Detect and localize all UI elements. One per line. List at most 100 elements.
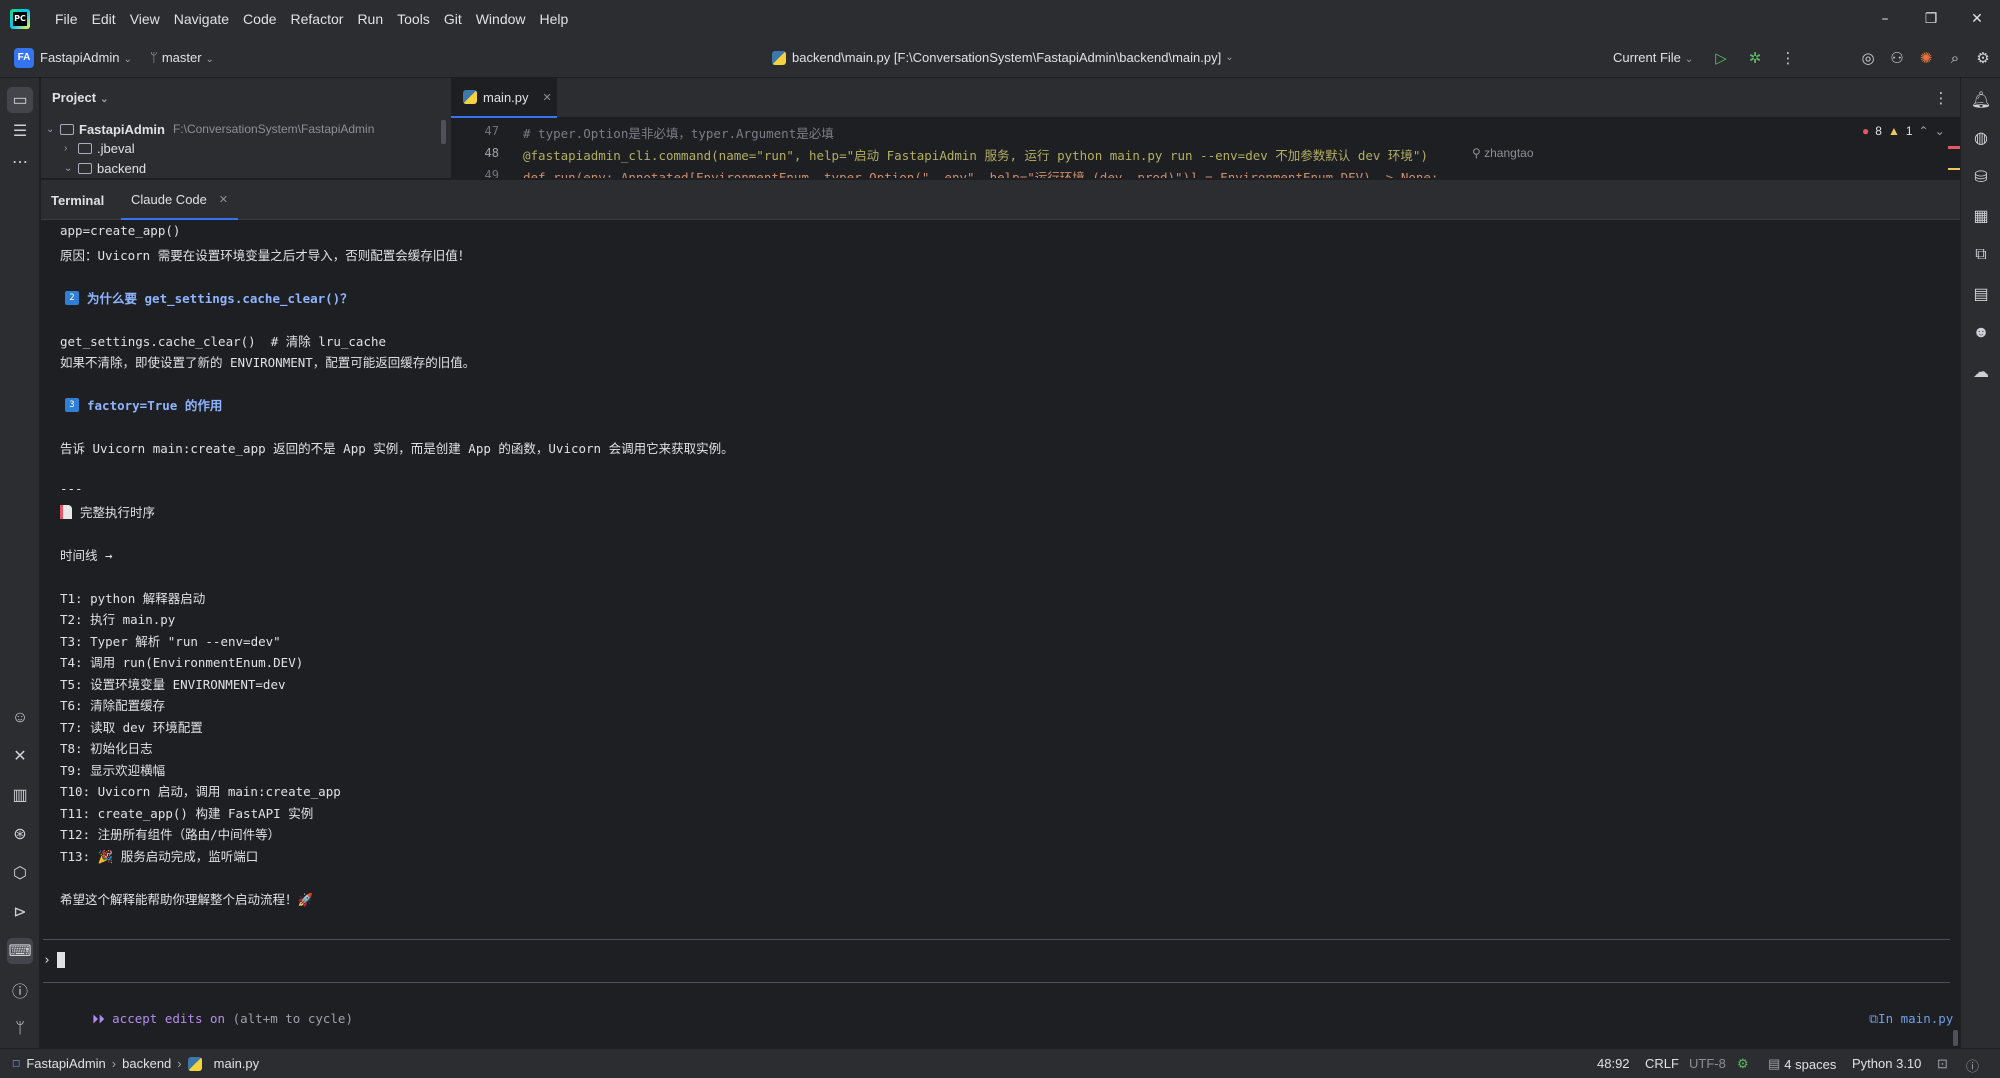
pycharm-logo-icon[interactable]: PC [10, 9, 30, 29]
menu-refactor[interactable]: Refactor [284, 0, 351, 38]
warning-stripe-marker[interactable] [1948, 168, 1960, 170]
cloud-icon[interactable]: ☁ [1968, 359, 1994, 385]
restore-icon[interactable]: ❐ [1908, 0, 1954, 38]
editor-options-icon[interactable]: ⋮ [1928, 85, 1954, 111]
tab-claude-code[interactable]: Claude Code ✕ [121, 181, 239, 220]
previous-highlight-icon[interactable]: ⌃ [1919, 124, 1929, 138]
settings-gear-icon[interactable]: ⚙ [1971, 45, 1995, 71]
project-badge[interactable]: FA [14, 48, 34, 68]
main-menu: File Edit View Navigate Code Refactor Ru… [48, 0, 575, 38]
code-editor[interactable]: 47 # typer.Option是非必填，typer.Argument是必填 … [451, 118, 1960, 178]
python-file-icon [187, 1056, 202, 1071]
file-encoding[interactable]: UTF-8 [1689, 1056, 1726, 1071]
breadcrumb-file[interactable]: main.py [214, 1056, 260, 1071]
project-switcher[interactable]: FastapiAdmin ⌄ [40, 48, 132, 70]
menu-tools[interactable]: Tools [390, 0, 437, 38]
terminal-line: 告诉 Uvicorn main:create_app 返回的不是 App 实例，… [60, 441, 734, 456]
folder-icon [60, 123, 74, 135]
terminal-scrollbar[interactable] [1953, 1030, 1958, 1046]
breadcrumb-project[interactable]: FastapiAdmin [26, 1056, 105, 1071]
caret-position[interactable]: 48:92 [1597, 1056, 1630, 1071]
error-stripe-marker[interactable] [1948, 146, 1960, 149]
timeline-step: T7: 读取 dev 环境配置 [60, 720, 203, 735]
code-line[interactable]: # typer.Option是非必填，typer.Argument是必填 [523, 123, 834, 142]
git-icon[interactable]: ᛘ [7, 1016, 33, 1042]
add-user-icon[interactable]: ⚇ [1884, 45, 1910, 71]
build-tools-icon[interactable]: ✕ [7, 743, 33, 769]
menu-window[interactable]: Window [469, 0, 533, 38]
warning-icon: ▲ [1887, 124, 1900, 138]
document-icon [60, 504, 72, 519]
menu-navigate[interactable]: Navigate [167, 0, 236, 38]
close-tab-icon[interactable]: ✕ [219, 193, 228, 206]
more-actions-icon[interactable]: ⋮ [1775, 45, 1801, 71]
expand-arrow-icon: ⌄ [64, 162, 73, 174]
tree-item[interactable]: ⌄ backend [64, 158, 146, 178]
vcs-status-icon[interactable]: ⚙ [1737, 1056, 1749, 1072]
terminal-line: 希望这个解释能帮助你理解整个启动流程！🚀 [60, 892, 314, 907]
run-panel-icon[interactable]: ⊳ [7, 899, 33, 925]
menu-run[interactable]: Run [350, 0, 390, 38]
branch-switcher[interactable]: ᛘ master ⌄ [150, 48, 214, 70]
mode-arrows-icon: ⏵⏵ [92, 1011, 105, 1026]
python-interpreter[interactable]: Python 3.10 [1852, 1056, 1921, 1071]
project-panel-title[interactable]: Project ⌄ [52, 90, 108, 105]
plugin-icon[interactable]: ⧉ [1968, 242, 1994, 268]
ai-assistant-icon[interactable]: ◎ [1855, 45, 1881, 71]
readonly-lock-icon[interactable]: ⊡ [1937, 1056, 1948, 1072]
terminal-icon[interactable]: ⌨ [7, 938, 33, 964]
next-highlight-icon[interactable]: ⌄ [1935, 124, 1945, 138]
breadcrumb-folder[interactable]: backend [122, 1056, 171, 1071]
menu-code[interactable]: Code [236, 0, 283, 38]
run-icon[interactable]: ▷ [1708, 45, 1734, 71]
claude-icon[interactable]: ✺ [1913, 45, 1939, 71]
code-line[interactable]: @fastapiadmin_cli.command(name="run", he… [523, 145, 1428, 164]
timeline-step: T12: 注册所有组件（路由/中间件等） [60, 827, 281, 842]
calendar-icon[interactable]: ▦ [1968, 203, 1994, 229]
edit-mode-indicator[interactable]: ⏵⏵ accept edits on (alt+m to cycle) [62, 996, 353, 1042]
search-icon[interactable]: ⌕ [1942, 45, 1968, 71]
tree-item[interactable]: › .jbeval [64, 138, 135, 158]
more-tools-icon[interactable]: ⋯ [7, 149, 33, 175]
bookmarks-icon[interactable]: ▥ [7, 782, 33, 808]
line-number: 47 [484, 124, 499, 138]
structure-icon[interactable]: ☰ [7, 118, 33, 144]
python-packages-icon[interactable]: ⊛ [7, 821, 33, 847]
database-icon[interactable]: ⛁ [1968, 164, 1994, 190]
tool-window-title-terminal[interactable]: Terminal [51, 193, 104, 208]
tree-root[interactable]: ⌄ FastapiAdmin F:\ConversationSystem\Fasta… [46, 119, 374, 139]
timeline-step: T13: 🎉 服务启动完成，监听端口 [60, 849, 259, 864]
menu-edit[interactable]: Edit [85, 0, 123, 38]
menu-help[interactable]: Help [533, 0, 576, 38]
menu-view[interactable]: View [123, 0, 167, 38]
inspection-widget[interactable]: ● 8 ▲ 1 ⌃ ⌄ [1858, 124, 1945, 138]
run-config-select[interactable]: Current File ⌄ [1613, 48, 1693, 70]
notifications-status-icon[interactable]: ⓘ [1966, 1056, 1979, 1075]
indent-icon: ▤ [1768, 1056, 1781, 1071]
api-tester-icon[interactable]: ▤ [1968, 281, 1994, 307]
file-path-breadcrumb[interactable]: backend\main.py [F:\ConversationSystem\F… [772, 48, 1234, 68]
status-breadcrumb: ◻ FastapiAdmin › backend › main.py [12, 1056, 259, 1071]
services-icon[interactable]: ⬡ [7, 860, 33, 886]
context-file-indicator[interactable]: ⧉In main.py [1839, 996, 1953, 1042]
prompt-input[interactable]: › [43, 952, 65, 968]
indent-setting[interactable]: ▤ 4 spaces [1768, 1056, 1836, 1072]
panel-scrollbar[interactable] [441, 120, 446, 144]
ai-chat-icon[interactable]: ☺ [7, 705, 33, 731]
project-folder-icon[interactable]: ▭ [7, 87, 33, 113]
menu-git[interactable]: Git [437, 0, 469, 38]
copilot-icon[interactable]: ☻ [1968, 320, 1994, 346]
editor-tab-main-py[interactable]: main.py ✕ [451, 78, 557, 118]
ai-assistant-chat-icon[interactable]: ◍ [1968, 125, 1994, 151]
line-ending[interactable]: CRLF [1645, 1056, 1679, 1071]
close-icon[interactable]: ✕ [1954, 0, 2000, 38]
code-line[interactable]: def run(env: Annotated[EnvironmentEnum, … [523, 167, 1438, 178]
menu-file[interactable]: File [48, 0, 85, 38]
notifications-bell-icon[interactable]: 🔔︎ [1968, 87, 1994, 113]
problems-icon[interactable]: ⓘ [7, 977, 33, 1003]
debug-icon[interactable]: ✲ [1742, 45, 1768, 71]
minimize-icon[interactable]: – [1862, 0, 1908, 38]
folder-icon [78, 162, 92, 174]
git-branch-icon: ᛘ [150, 50, 158, 65]
close-tab-icon[interactable]: ✕ [543, 91, 552, 104]
